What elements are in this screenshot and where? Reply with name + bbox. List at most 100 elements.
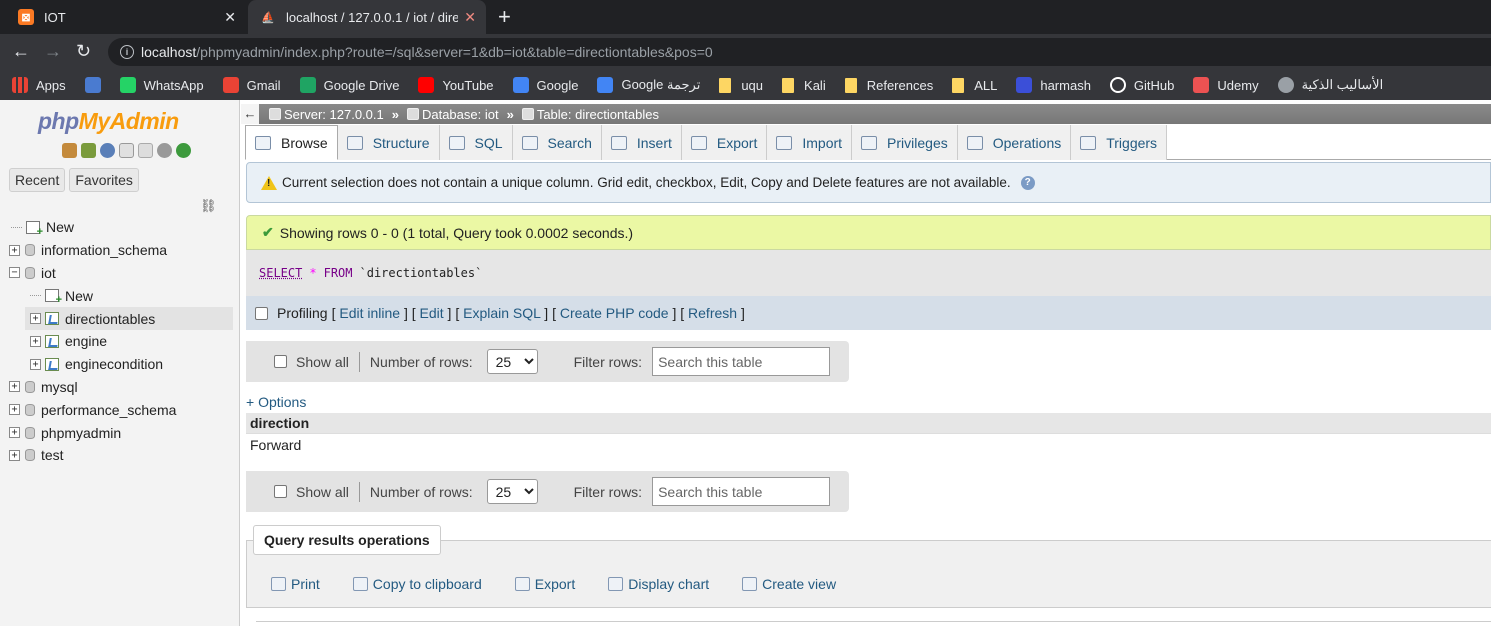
tab-import[interactable]: Import: [767, 125, 853, 160]
tree-node-engine[interactable]: + engine: [0, 330, 240, 353]
create-view-link[interactable]: Create view: [742, 576, 836, 592]
reload-nav-icon[interactable]: [176, 143, 191, 158]
tab-operations[interactable]: Operations: [957, 125, 1072, 160]
tab-triggers[interactable]: Triggers: [1071, 125, 1168, 160]
bookmark-item[interactable]: Google ترجمة: [597, 77, 700, 93]
print-link[interactable]: Print: [271, 576, 320, 592]
tree-node-label[interactable]: mysql: [41, 379, 78, 395]
tree-node-enginecondition[interactable]: + enginecondition: [0, 353, 240, 376]
number-of-rows-select[interactable]: 25: [486, 479, 538, 504]
tree-node-label[interactable]: engine: [65, 333, 107, 349]
explain-sql-link[interactable]: Explain SQL: [463, 305, 540, 321]
favorites-button[interactable]: Favorites: [69, 168, 139, 192]
bookmark-item[interactable]: الأساليب الذكية: [1277, 77, 1383, 93]
profiling-checkbox[interactable]: [255, 306, 268, 320]
documentation-icon[interactable]: [138, 143, 153, 158]
tree-node-New[interactable]: New: [0, 216, 240, 239]
collapse-nav-arrow-icon[interactable]: ←: [241, 104, 259, 124]
bookmark-item[interactable]: YouTube: [418, 77, 494, 93]
browser-tab-iot[interactable]: ⊠ IOT ✕: [6, 0, 246, 34]
export-link[interactable]: Export: [514, 576, 575, 592]
tree-node-New[interactable]: New: [0, 284, 240, 307]
sql-query-display[interactable]: SELECT * FROM `directiontables`: [246, 250, 1491, 296]
bookmark-item[interactable]: Udemy: [1193, 77, 1259, 93]
help-icon[interactable]: ?: [1020, 175, 1035, 190]
create-php-code-link[interactable]: Create PHP code: [560, 305, 669, 321]
settings-gear-icon[interactable]: [157, 143, 172, 158]
bookmark-item[interactable]: uqu: [719, 77, 763, 93]
tree-node-label[interactable]: test: [41, 447, 64, 463]
url-omnibox[interactable]: i localhost/phpmyadmin/index.php?route=/…: [108, 38, 1491, 66]
forward-arrow-icon[interactable]: →: [44, 41, 62, 61]
tree-node-mysql[interactable]: + mysql: [0, 376, 240, 399]
tab-sql[interactable]: SQL: [439, 125, 513, 160]
tree-node-label[interactable]: phpmyadmin: [41, 425, 121, 441]
tab-insert[interactable]: Insert: [601, 125, 682, 160]
bookmark-item[interactable]: [84, 77, 101, 93]
expand-icon[interactable]: +: [9, 381, 20, 393]
bookmark-item[interactable]: Apps: [12, 77, 66, 93]
copy-to-clipboard-link[interactable]: Copy to clipboard: [352, 576, 482, 592]
bookmark-item[interactable]: harmash: [1016, 77, 1091, 93]
tree-node-performance-schema[interactable]: + performance_schema: [0, 398, 240, 421]
breadcrumb-table[interactable]: Table: directiontables: [521, 107, 659, 122]
show-all-checkbox[interactable]: [274, 485, 287, 498]
back-arrow-icon[interactable]: ←: [12, 41, 30, 61]
tree-node-test[interactable]: + test: [0, 444, 240, 467]
tab-search[interactable]: Search: [512, 125, 602, 160]
tree-node-information-schema[interactable]: + information_schema: [0, 239, 240, 262]
query-window-icon[interactable]: [100, 143, 115, 158]
bookmark-item[interactable]: Gmail: [222, 77, 281, 93]
tree-node-label[interactable]: directiontables: [65, 311, 155, 327]
number-of-rows-select[interactable]: 25: [486, 349, 538, 374]
collapse-icon[interactable]: −: [9, 267, 20, 279]
bookmark-item[interactable]: Google Drive: [299, 77, 399, 93]
edit-inline-link[interactable]: Edit inline: [339, 305, 400, 321]
expand-icon[interactable]: +: [9, 449, 20, 461]
bookmark-item[interactable]: ALL: [952, 77, 997, 93]
tree-node-iot[interactable]: − iot: [0, 262, 240, 285]
tree-node-label[interactable]: iot: [41, 265, 56, 281]
tree-node-label[interactable]: performance_schema: [41, 402, 176, 418]
tree-node-label[interactable]: New: [65, 288, 93, 304]
browser-tab-phpmyadmin[interactable]: ⛵ localhost / 127.0.0.1 / iot / directio…: [248, 0, 486, 34]
expand-icon[interactable]: +: [9, 427, 20, 439]
phpmyadmin-logo[interactable]: phpMyAdmin: [38, 108, 179, 135]
new-tab-plus-icon[interactable]: +: [498, 5, 511, 29]
column-header-direction[interactable]: direction: [250, 415, 309, 431]
logout-icon[interactable]: [81, 143, 96, 158]
refresh-link[interactable]: Refresh: [688, 305, 737, 321]
bookmark-item[interactable]: Kali: [782, 77, 826, 93]
reload-icon[interactable]: ↻: [76, 41, 91, 61]
breadcrumb-database[interactable]: Database: iot: [406, 107, 499, 122]
tab-export[interactable]: Export: [681, 125, 768, 160]
breadcrumb-server[interactable]: Server: 127.0.0.1: [269, 107, 384, 122]
show-all-checkbox[interactable]: [274, 355, 287, 368]
tree-node-label[interactable]: information_schema: [41, 242, 167, 258]
results-column-header[interactable]: direction: [246, 413, 1491, 433]
bookmark-item[interactable]: GitHub: [1109, 77, 1174, 93]
link-with-main-panel-icon[interactable]: ⛓: [200, 198, 217, 214]
display-chart-link[interactable]: Display chart: [608, 576, 709, 592]
tab-close-icon[interactable]: ✕: [224, 9, 236, 26]
expand-icon[interactable]: +: [9, 244, 20, 256]
filter-rows-input[interactable]: [652, 477, 831, 506]
tree-node-label[interactable]: New: [46, 219, 74, 235]
edit-link[interactable]: Edit: [420, 305, 444, 321]
tree-node-phpmyadmin[interactable]: + phpmyadmin: [0, 421, 240, 444]
expand-icon[interactable]: +: [30, 358, 41, 370]
tab-structure[interactable]: Structure: [337, 125, 440, 160]
expand-icon[interactable]: +: [30, 313, 41, 325]
tab-privileges[interactable]: Privileges: [852, 125, 958, 160]
tree-node-label[interactable]: enginecondition: [65, 356, 163, 372]
bookmark-item[interactable]: Google: [512, 77, 578, 93]
tab-browse[interactable]: Browse: [245, 125, 338, 160]
tree-node-directiontables[interactable]: + directiontables: [25, 307, 233, 330]
tab-close-icon[interactable]: ✕: [464, 9, 476, 26]
bookmark-item[interactable]: References: [844, 77, 933, 93]
expand-icon[interactable]: +: [30, 335, 41, 347]
bookmark-item[interactable]: WhatsApp: [119, 77, 204, 93]
docs-icon[interactable]: [119, 143, 134, 158]
recent-button[interactable]: Recent: [9, 168, 66, 192]
site-info-icon[interactable]: i: [120, 45, 134, 59]
